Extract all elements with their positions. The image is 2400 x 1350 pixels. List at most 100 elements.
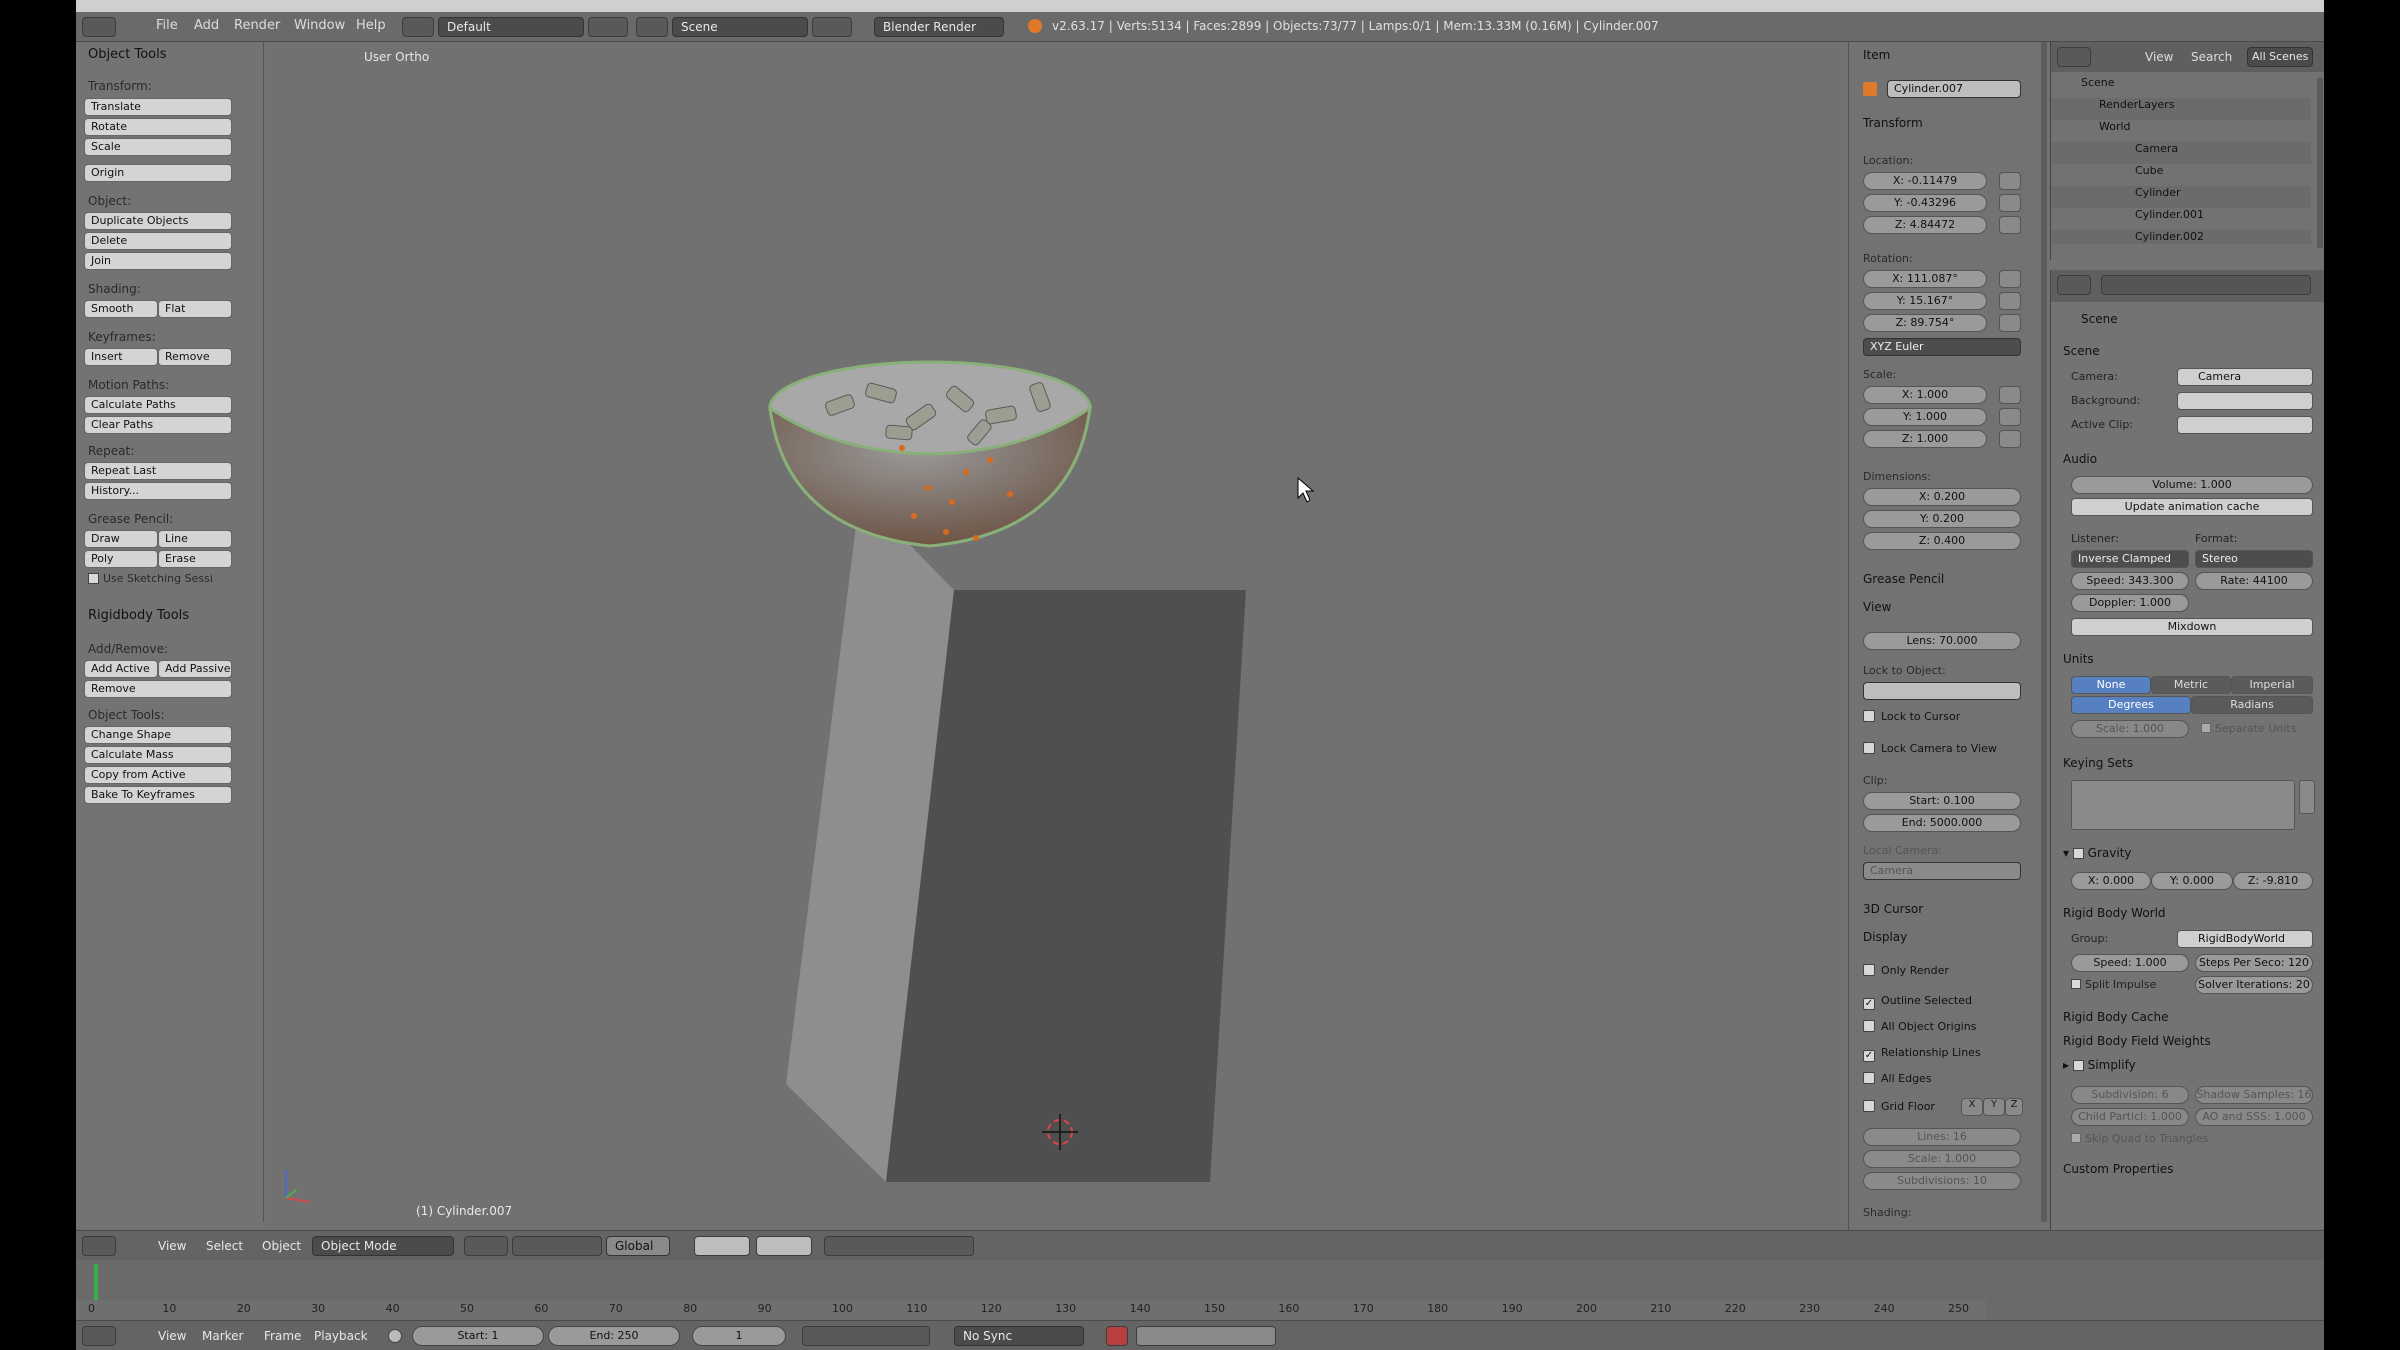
line-button[interactable]: Line — [158, 530, 232, 548]
format-select[interactable]: Stereo — [2195, 550, 2313, 568]
calculate-paths-button[interactable]: Calculate Paths — [84, 396, 232, 414]
history-button[interactable]: History... — [84, 482, 232, 500]
update-animation-cache-button[interactable]: Update animation cache — [2071, 498, 2313, 516]
menu-render[interactable]: Render — [234, 18, 280, 33]
outliner-row-renderlayers[interactable]: RenderLayers — [2051, 98, 2311, 120]
scene-panel-title[interactable]: Scene — [2063, 344, 2100, 358]
units-panel-title[interactable]: Units — [2063, 652, 2094, 666]
dimension-z-field[interactable]: Z: 0.400 — [1863, 532, 2021, 550]
relationship-lines-checkbox[interactable]: ✓ Relationship Lines — [1863, 1046, 1981, 1062]
keying-sets-list[interactable] — [2071, 780, 2295, 830]
all-edges-checkbox[interactable]: All Edges — [1863, 1072, 1932, 1085]
all-object-origins-checkbox[interactable]: All Object Origins — [1863, 1020, 1976, 1033]
object-tools-title[interactable]: Object Tools — [88, 47, 167, 62]
layers-block-2[interactable] — [756, 1236, 812, 1256]
speed-field[interactable]: Speed: 343.300 — [2071, 572, 2189, 590]
separate-units-checkbox[interactable]: Separate Units — [2201, 722, 2296, 735]
frame-menu[interactable]: Frame — [264, 1329, 301, 1343]
mixdown-button[interactable]: Mixdown — [2071, 618, 2313, 636]
screen-layout-field[interactable]: Default — [438, 17, 584, 37]
lock-icon[interactable] — [1999, 430, 2021, 448]
outliner-row-scene[interactable]: Scene — [2051, 76, 2311, 98]
pivot-manipulator-icons[interactable] — [512, 1236, 602, 1256]
use-sketching-session-checkbox[interactable]: Use Sketching Sessi — [88, 572, 213, 585]
lock-icon[interactable] — [1999, 314, 2021, 332]
add-active-button[interactable]: Add Active — [84, 660, 158, 678]
join-button[interactable]: Join — [84, 252, 232, 270]
insert-keyframe-button[interactable]: Insert — [84, 348, 158, 366]
units-imperial-button[interactable]: Imperial — [2231, 676, 2313, 694]
editor-type-icon[interactable] — [2057, 47, 2091, 67]
scene-add-remove[interactable] — [812, 17, 852, 37]
scale-y-field[interactable]: Y: 1.000 — [1863, 408, 1987, 426]
keying-set-field[interactable] — [1136, 1326, 1276, 1346]
editor-type-icon[interactable] — [82, 17, 116, 37]
shadow-samples-field[interactable]: Shadow Samples: 16 — [2195, 1086, 2313, 1104]
rigid-body-world-panel-title[interactable]: Rigid Body World — [2063, 906, 2166, 920]
draw-button[interactable]: Draw — [84, 530, 158, 548]
layers-block-1[interactable] — [694, 1236, 750, 1256]
outliner-row-cylinder[interactable]: Cylinder — [2051, 186, 2311, 208]
transform-panel-title[interactable]: Transform — [1863, 116, 1923, 130]
mode-select[interactable]: Object Mode — [312, 1236, 454, 1256]
grid-lines-field[interactable]: Lines: 16 — [1863, 1128, 2021, 1146]
rotation-y-field[interactable]: Y: 15.167° — [1863, 292, 1987, 310]
location-x-field[interactable]: X: -0.11479 — [1863, 172, 1987, 190]
local-camera-field[interactable]: Camera — [1863, 862, 2021, 880]
object-menu[interactable]: Object — [262, 1239, 301, 1253]
editor-type-icon[interactable] — [2057, 275, 2091, 295]
n-panel-scrollbar[interactable] — [2041, 42, 2047, 1222]
3d-cursor-panel-title[interactable]: 3D Cursor — [1863, 902, 1923, 916]
flat-button[interactable]: Flat — [158, 300, 232, 318]
location-z-field[interactable]: Z: 4.84472 — [1863, 216, 1987, 234]
steps-per-second-field[interactable]: Steps Per Seco: 120 — [2195, 954, 2313, 972]
lock-icon[interactable] — [1999, 386, 2021, 404]
outliner-scrollbar[interactable] — [2317, 78, 2323, 248]
menu-file[interactable]: File — [156, 18, 178, 33]
skip-quad-checkbox[interactable]: Skip Quad to Triangles — [2071, 1132, 2208, 1145]
viewport-shading-icon[interactable] — [464, 1236, 508, 1256]
lock-icon[interactable] — [1999, 216, 2021, 234]
doppler-field[interactable]: Doppler: 1.000 — [2071, 594, 2189, 612]
units-metric-button[interactable]: Metric — [2151, 676, 2231, 694]
origin-button[interactable]: Origin — [84, 164, 232, 182]
remove-keyframe-button[interactable]: Remove — [158, 348, 232, 366]
add-passive-button[interactable]: Add Passive — [158, 660, 232, 678]
render-engine-select[interactable]: Blender Render — [874, 17, 1004, 37]
scale-x-field[interactable]: X: 1.000 — [1863, 386, 1987, 404]
outliner-row-cylinder-001[interactable]: Cylinder.001 — [2051, 208, 2311, 230]
marker-menu[interactable]: Marker — [202, 1329, 243, 1343]
copy-from-active-button[interactable]: Copy from Active — [84, 766, 232, 784]
outliner-row-cylinder-002[interactable]: Cylinder.002 — [2051, 230, 2311, 244]
orientation-select[interactable]: Global — [606, 1236, 670, 1256]
view-menu[interactable]: View — [158, 1239, 186, 1253]
end-frame-field[interactable]: End: 250 — [548, 1326, 680, 1346]
lens-field[interactable]: Lens: 70.000 — [1863, 632, 2021, 650]
menu-help[interactable]: Help — [356, 18, 386, 33]
rotation-mode-select[interactable]: XYZ Euler — [1863, 338, 2021, 356]
scene-field[interactable]: Scene — [672, 17, 808, 37]
lock-camera-to-view-checkbox[interactable]: Lock Camera to View — [1863, 742, 1997, 755]
simplify-panel-title[interactable]: ▸ Simplify — [2063, 1058, 2136, 1072]
outliner-search-menu[interactable]: Search — [2191, 50, 2232, 64]
sync-mode-select[interactable]: No Sync — [954, 1326, 1084, 1346]
outliner-filter-select[interactable]: All Scenes — [2247, 47, 2313, 67]
duplicate-objects-button[interactable]: Duplicate Objects — [84, 212, 232, 230]
lock-icon[interactable] — [1999, 172, 2021, 190]
3d-viewport[interactable]: User Ortho (1) Cylinder.007 — [266, 42, 1846, 1230]
rigid-body-cache-panel-title[interactable]: Rigid Body Cache — [2063, 1010, 2168, 1024]
erase-button[interactable]: Erase — [158, 550, 232, 568]
subdivision-field[interactable]: Subdivision: 6 — [2071, 1086, 2189, 1104]
scene-icon[interactable] — [636, 17, 668, 37]
listener-select[interactable]: Inverse Clamped — [2071, 550, 2189, 568]
gravity-y-field[interactable]: Y: 0.000 — [2151, 872, 2233, 890]
keying-sets-panel-title[interactable]: Keying Sets — [2063, 756, 2133, 770]
grid-y-toggle[interactable]: Y — [1983, 1098, 2005, 1116]
lock-icon[interactable] — [1999, 194, 2021, 212]
rb-remove-button[interactable]: Remove — [84, 680, 232, 698]
start-frame-field[interactable]: Start: 1 — [412, 1326, 544, 1346]
bake-to-keyframes-button[interactable]: Bake To Keyframes — [84, 786, 232, 804]
clear-paths-button[interactable]: Clear Paths — [84, 416, 232, 434]
rigid-body-field-weights-panel-title[interactable]: Rigid Body Field Weights — [2063, 1034, 2211, 1048]
outline-selected-checkbox[interactable]: ✓ Outline Selected — [1863, 994, 1972, 1010]
